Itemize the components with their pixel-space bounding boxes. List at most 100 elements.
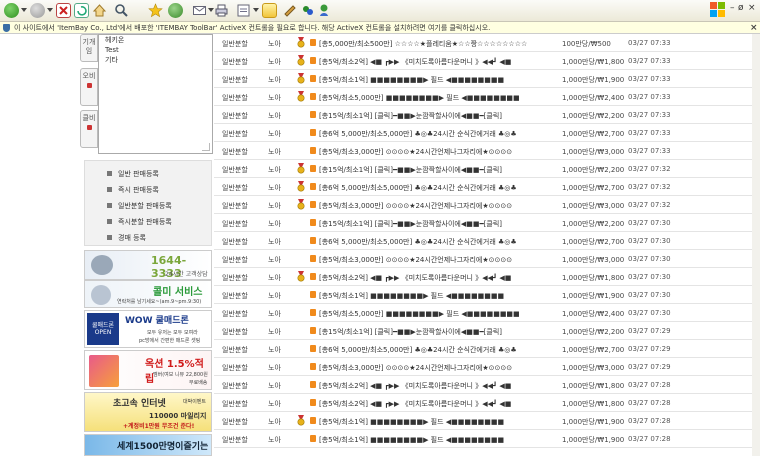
call-me-banner[interactable]: 콜미 서비스 연락처를 남기세요~(am.9~pm.9:30) xyxy=(84,280,212,308)
auction-banner[interactable]: 옥션 1.5%적립 멤버(여보 니뷰 22,800원 무료배송 xyxy=(84,350,212,390)
table-row[interactable]: 일반분할 노아 [총15억/최소1억] [클릭]━■■▶눈깜짝할사이에◀■■━[클릭… xyxy=(214,214,760,232)
phone-banner[interactable]: 1644-3333 24시간 고객상담 xyxy=(84,250,212,280)
split-sale-icon xyxy=(310,399,316,406)
table-row[interactable]: 일반분할 노아 [총5억/최소1억] ■■■■■■■■▶ 필드 ◀■■■■■■■■ 1… xyxy=(214,70,760,88)
messenger-icon[interactable] xyxy=(300,3,315,18)
sale-menu-item[interactable]: 일반분할 판매등록 xyxy=(107,201,172,211)
list-item[interactable]: 기타 xyxy=(99,55,212,65)
forward-dropdown-icon[interactable] xyxy=(47,8,53,12)
sale-menu-item[interactable]: 즉시 판매등록 xyxy=(107,185,159,195)
back-icon[interactable] xyxy=(4,3,19,18)
table-row[interactable]: 일반분할 노아 [총5억/최소3,000만] ⊙⊙⊙⊙★24시간언제나그자리에★⊙⊙… xyxy=(214,142,760,160)
row-title-link[interactable]: [총15억/최소1억] [클릭]━■■▶눈깜짝할사이에◀■■━[클릭] xyxy=(319,327,502,337)
restore-button[interactable]: ø xyxy=(738,3,744,13)
row-title-link[interactable]: [총5,000만/최소500만] ☆☆☆☆★플레티움★☆☆짱☆☆☆☆☆☆☆☆ xyxy=(319,39,527,49)
row-title-link[interactable]: [총5억/최소2억] ◀■ ┏▶▶ 《미치도록아름다운머니 》◀◀┛ ◀■ xyxy=(319,273,511,283)
side-tab-1[interactable]: 기개임 xyxy=(80,34,98,62)
sale-menu-item[interactable]: 일반 판매등록 xyxy=(107,169,159,179)
row-time: 03/27 07:30 xyxy=(628,309,671,317)
row-price: 1,000만당/₩2,200 xyxy=(562,220,625,228)
side-tab-2[interactable]: 오비 xyxy=(80,68,98,106)
wow-banner[interactable]: 쿨매드론 OPEN WOW 쿨매드론 모두 유저는 모두 모여라 pc방에서 간… xyxy=(84,310,212,348)
edit-dropdown-icon[interactable] xyxy=(253,8,259,12)
forward-icon[interactable] xyxy=(30,3,45,18)
row-price: 1,000만당/₩3,000 xyxy=(562,256,625,264)
close-window-button[interactable]: × xyxy=(748,3,756,13)
table-row[interactable]: 일반분할 노아 [총5억/최소1억] ■■■■■■■■▶ 필드 ◀■■■■■■■■ 1… xyxy=(214,430,760,448)
list-item[interactable]: Test xyxy=(99,45,212,55)
scrollbar[interactable] xyxy=(752,34,760,456)
edit-icon[interactable] xyxy=(236,3,251,18)
row-title-link[interactable]: [총6억 5,000만/최소5,000만] ♣◎♣24시간 순식간에거래 ♣◎♣ xyxy=(319,183,517,193)
table-row[interactable]: 일반분할 노아 [총5억/최소5,000만] ■■■■■■■■▶ 필드 ◀■■■■■… xyxy=(214,88,760,106)
row-title-link[interactable]: [총5억/최소2억] ◀■ ┏▶▶ 《미치도록아름다운머니 》◀◀┛ ◀■ xyxy=(319,399,511,409)
stop-icon[interactable] xyxy=(56,3,71,18)
activex-info-bar[interactable]: 이 사이트에서 'ItemBay Co., Ltd'에서 배포한 'ITEMBA… xyxy=(0,22,760,34)
history-icon[interactable] xyxy=(168,3,183,18)
table-row[interactable]: 일반분할 노아 [총6억 5,000만/최소5,000만] ♣◎♣24시간 순식간에… xyxy=(214,178,760,196)
table-row[interactable]: 일반분할 노아 [총5,000만/최소500만] ☆☆☆☆★플레티움★☆☆짱☆☆☆☆… xyxy=(214,34,760,52)
favorites-icon[interactable] xyxy=(148,3,163,18)
table-row[interactable]: 일반분할 노아 [총5억/최소1억] ■■■■■■■■▶ 필드 ◀■■■■■■■■ 1… xyxy=(214,286,760,304)
table-row[interactable]: 일반분할 노아 [총6억 5,000만/최소5,000만] ♣◎♣24시간 순식간에… xyxy=(214,124,760,142)
table-row[interactable]: 일반분할 노아 [총5억/최소3,000만] ⊙⊙⊙⊙★24시간언제나그자리에★⊙⊙… xyxy=(214,196,760,214)
row-title-link[interactable]: [총5억/최소1억] ■■■■■■■■▶ 필드 ◀■■■■■■■■ xyxy=(319,435,504,445)
list-item[interactable]: 헤키온 xyxy=(99,35,212,45)
row-title-link[interactable]: [총6억 5,000만/최소5,000만] ♣◎♣24시간 순식간에거래 ♣◎♣ xyxy=(319,237,517,247)
row-title-link[interactable]: [총5억/최소2억] ◀■ ┏▶▶ 《미치도록아름다운머니 》◀◀┛ ◀■ xyxy=(319,381,511,391)
row-title-link[interactable]: [총5억/최소3,000만] ⊙⊙⊙⊙★24시간언제나그자리에★⊙⊙⊙⊙ xyxy=(319,201,512,211)
row-type: 일반분할 xyxy=(222,58,248,66)
side-tab-3[interactable]: 클비 xyxy=(80,110,98,148)
row-title-link[interactable]: [총15억/최소1억] [클릭]━■■▶눈깜짝할사이에◀■■━[클릭] xyxy=(319,111,502,121)
row-title-link[interactable]: [총5억/최소3,000만] ⊙⊙⊙⊙★24시간언제나그자리에★⊙⊙⊙⊙ xyxy=(319,363,512,373)
row-title-link[interactable]: [총5억/최소3,000만] ⊙⊙⊙⊙★24시간언제나그자리에★⊙⊙⊙⊙ xyxy=(319,147,512,157)
table-row[interactable]: 일반분할 노아 [총15억/최소1억] [클릭]━■■▶눈깜짝할사이에◀■■━[클릭… xyxy=(214,160,760,178)
gold-medal-icon xyxy=(297,163,305,174)
row-title-link[interactable]: [총15억/최소1억] [클릭]━■■▶눈깜짝할사이에◀■■━[클릭] xyxy=(319,219,502,229)
table-row[interactable]: 일반분할 노아 [총15억/최소1억] [클릭]━■■▶눈깜짝할사이에◀■■━[클릭… xyxy=(214,322,760,340)
row-title-link[interactable]: [총5억/최소3,000만] ⊙⊙⊙⊙★24시간언제나그자리에★⊙⊙⊙⊙ xyxy=(319,255,512,265)
sale-menu-item[interactable]: 즉시분할 판매등록 xyxy=(107,217,172,227)
row-title-link[interactable]: [총5억/최소1억] ■■■■■■■■▶ 필드 ◀■■■■■■■■ xyxy=(319,291,504,301)
mail-icon[interactable] xyxy=(192,3,207,18)
server-list[interactable]: 헤키온 Test 기타 xyxy=(98,34,213,154)
info-bar-close-icon[interactable]: × xyxy=(750,22,758,33)
row-time: 03/27 07:30 xyxy=(628,273,671,281)
table-row[interactable]: 일반분할 노아 [총5억/최소2억] ◀■ ┏▶▶ 《미치도록아름다운머니 》◀◀┛… xyxy=(214,394,760,412)
row-title-link[interactable]: [총6억 5,000만/최소5,000만] ♣◎♣24시간 순식간에거래 ♣◎♣ xyxy=(319,345,517,355)
row-title-link[interactable]: [총5억/최소1억] ■■■■■■■■▶ 필드 ◀■■■■■■■■ xyxy=(319,75,504,85)
table-row[interactable]: 일반분할 노아 [총5억/최소1억] ■■■■■■■■▶ 필드 ◀■■■■■■■■ 1… xyxy=(214,412,760,430)
table-row[interactable]: 일반분할 노아 [총15억/최소1억] [클릭]━■■▶눈깜짝할사이에◀■■━[클릭… xyxy=(214,106,760,124)
table-row[interactable]: 일반분할 노아 [총6억 5,000만/최소5,000만] ♣◎♣24시간 순식간에… xyxy=(214,340,760,358)
folder-icon[interactable] xyxy=(282,3,297,18)
table-row[interactable]: 일반분할 노아 [총6억 5,000만/최소5,000만] ♣◎♣24시간 순식간에… xyxy=(214,232,760,250)
row-title-link[interactable]: [총6억 5,000만/최소5,000만] ♣◎♣24시간 순식간에거래 ♣◎♣ xyxy=(319,129,517,139)
sale-menu-item[interactable]: 경매 등록 xyxy=(107,233,146,243)
row-title-link[interactable]: [총5억/최소1억] ■■■■■■■■▶ 필드 ◀■■■■■■■■ xyxy=(319,417,504,427)
back-dropdown-icon[interactable] xyxy=(21,8,27,12)
table-row[interactable]: 일반분할 노아 [총5억/최소2억] ◀■ ┏▶▶ 《미치도록아름다운머니 》◀◀┛… xyxy=(214,52,760,70)
gold-medal-icon xyxy=(297,181,305,192)
home-icon[interactable] xyxy=(92,3,107,18)
info-bar-text[interactable]: 이 사이트에서 'ItemBay Co., Ltd'에서 배포한 'ITEMBA… xyxy=(14,22,490,33)
search-icon[interactable] xyxy=(114,3,129,18)
row-title-link[interactable]: [총15억/최소1억] [클릭]━■■▶눈깜짝할사이에◀■■━[클릭] xyxy=(319,165,502,175)
table-row[interactable]: 일반분할 노아 [총5억/최소3,000만] ⊙⊙⊙⊙★24시간언제나그자리에★⊙⊙… xyxy=(214,358,760,376)
game-banner[interactable]: 세계1500만명이즐기는 xyxy=(84,434,212,456)
table-row[interactable]: 일반분할 노아 [총5억/최소2억] ◀■ ┏▶▶ 《미치도록아름다운머니 》◀◀┛… xyxy=(214,268,760,286)
discuss-icon[interactable] xyxy=(262,3,277,18)
wow-title: WOW 쿨매드론 xyxy=(125,316,189,326)
row-title-link[interactable]: [총5억/최소2억] ◀■ ┏▶▶ 《미치도록아름다운머니 》◀◀┛ ◀■ xyxy=(319,57,511,67)
table-row[interactable]: 일반분할 노아 [총5억/최소2억] ◀■ ┏▶▶ 《미치도록아름다운머니 》◀◀┛… xyxy=(214,376,760,394)
row-title-link[interactable]: [총5억/최소5,000만] ■■■■■■■■▶ 필드 ◀■■■■■■■■ xyxy=(319,93,520,103)
shopping-bags-icon xyxy=(89,355,119,387)
table-row[interactable]: 일반분할 노아 [총5억/최소3,000만] ⊙⊙⊙⊙★24시간언제나그자리에★⊙⊙… xyxy=(214,250,760,268)
row-title-link[interactable]: [총5억/최소5,000만] ■■■■■■■■▶ 필드 ◀■■■■■■■■ xyxy=(319,309,520,319)
print-icon[interactable] xyxy=(214,3,229,18)
minimize-button[interactable]: – xyxy=(730,3,735,13)
internet-banner[interactable]: 초고속 인터넷 대박이벤트 110000 마일리지 +계정비1만원 무조건 준다… xyxy=(84,392,212,432)
resize-grip-icon[interactable] xyxy=(202,143,210,151)
research-icon[interactable] xyxy=(318,3,333,18)
refresh-icon[interactable] xyxy=(74,3,89,18)
table-row[interactable]: 일반분할 노아 [총5억/최소5,000만] ■■■■■■■■▶ 필드 ◀■■■■■… xyxy=(214,304,760,322)
